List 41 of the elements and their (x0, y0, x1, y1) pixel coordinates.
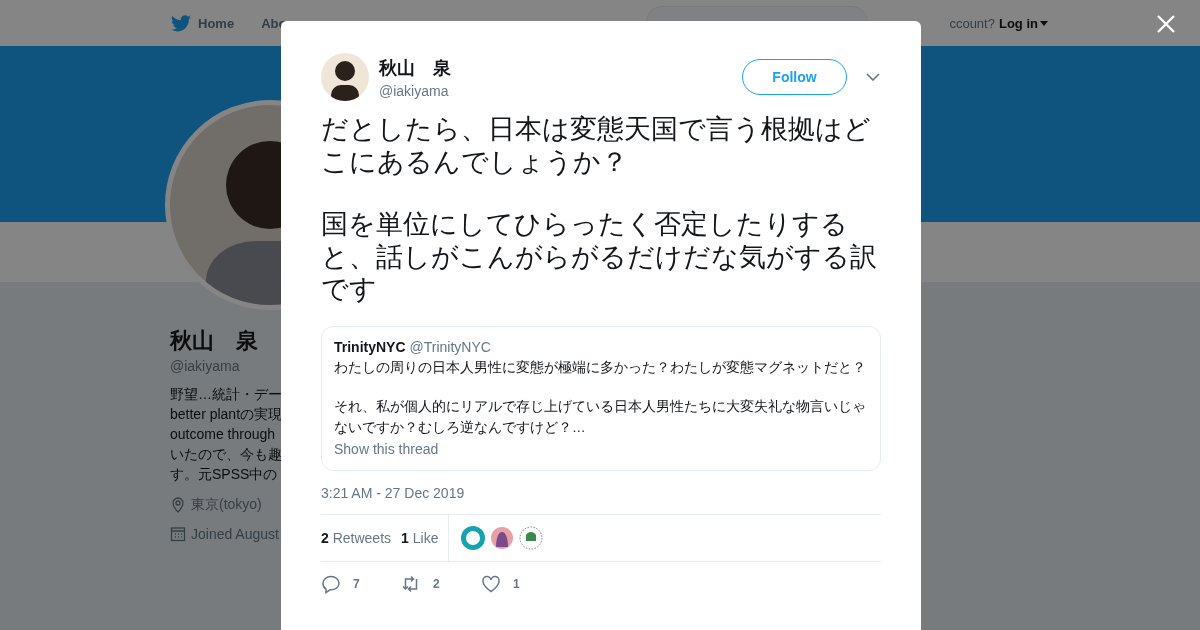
quoted-author-name: TrinityNYC (334, 338, 406, 355)
chevron-down-icon[interactable] (866, 73, 880, 81)
profile-handle: @iakiyama (170, 358, 241, 374)
author-name: 秋山 泉 (379, 56, 452, 80)
user-avatar-icon[interactable] (461, 526, 486, 550)
reply-icon[interactable] (321, 574, 341, 594)
engagement-count[interactable]: 1 Like (401, 530, 439, 546)
tweet-text: 国を単位にしてひらったく否定したりすると、話しがこんがらがるだけだな気がする訳です (321, 208, 878, 306)
quoted-tweet-text: それ、私が個人的にリアルで存じ上げている日本人男性たちに大変失礼な物言いじゃないですか？むしろ逆なんですけど？… (334, 398, 867, 437)
close-icon[interactable] (1157, 15, 1175, 33)
author-avatar (321, 53, 369, 101)
bio-text-line: outcome through (170, 425, 277, 444)
bird-logo-icon (171, 14, 191, 32)
caret-icon (1039, 20, 1048, 26)
account-prompt: ccount? (949, 15, 995, 31)
login-link[interactable]: Log in (998, 15, 1038, 31)
follow-button[interactable]: Follow (742, 59, 847, 95)
quoted-tweet-text: わたしの周りの日本人男性に変態が極端に多かった？わたしが変態マグネットだと？ (334, 358, 867, 377)
calendar-icon (170, 526, 186, 542)
profile-name: 秋山 泉 (170, 327, 259, 355)
action-count: 7 (353, 577, 360, 591)
engagement-count[interactable]: 2 Retweets (321, 530, 392, 546)
joined-date: Joined August (191, 526, 279, 542)
bio-text-line: better plantの実現 (170, 405, 283, 424)
author-handle: @iakiyama (379, 82, 450, 99)
action-count: 1 (513, 577, 520, 591)
bio-text-line: す。元SPSS中の (170, 465, 279, 484)
home-link[interactable]: Home (198, 15, 235, 31)
user-avatar-icon[interactable] (519, 526, 544, 550)
action-count: 2 (433, 577, 440, 591)
bio-text-line: 野望…統計・デー (170, 385, 283, 404)
tweet-timestamp: 3:21 AM - 27 Dec 2019 (321, 485, 466, 501)
quoted-author-handle: @TrinityNYC (409, 338, 491, 355)
quoted-tweet-card[interactable]: TrinityNYC @TrinityNYC わたしの周りの日本人男性に変態が極端に多かった？わたしが変態マグネットだと？ それ、私が個人的にリアルで存じ上げている日本人男性たちに大変失礼な物言いじゃないですか？むしろ逆なんですけど？… Show this thread (321, 325, 881, 471)
heart-icon[interactable] (481, 574, 501, 594)
location-pin-icon (170, 497, 186, 513)
tweet-text: だとしたら、日本は変態天国で言う根拠はどこにあるんでしょうか？ (321, 113, 872, 178)
user-avatar-icon[interactable] (490, 526, 515, 550)
bio-text-line: いたので、今も趣 (170, 445, 283, 464)
location-text: 東京(tokyo) (191, 496, 262, 514)
show-thread-link[interactable]: Show this thread (334, 441, 439, 457)
